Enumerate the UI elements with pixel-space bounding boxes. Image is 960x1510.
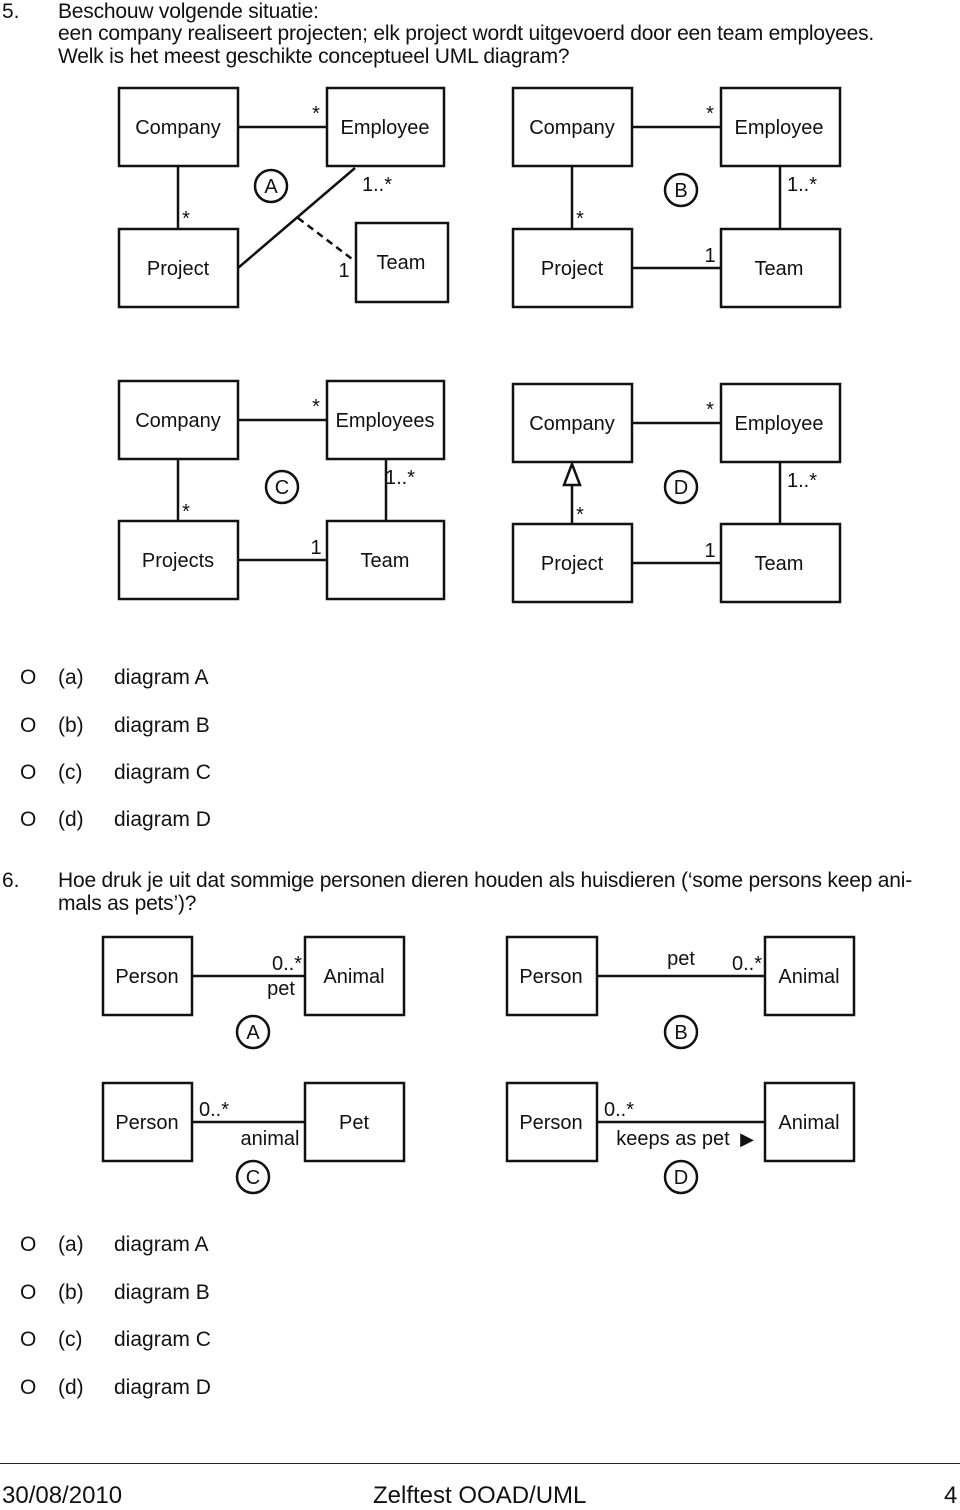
radio-bullet-icon[interactable]: O bbox=[20, 666, 36, 690]
multiplicity: 1..* bbox=[787, 174, 817, 196]
class-name: Team bbox=[755, 553, 804, 575]
class-name: Person bbox=[115, 966, 178, 988]
class-name: Company bbox=[529, 413, 615, 435]
class-name: Person bbox=[115, 1112, 178, 1134]
multiplicity: 1 bbox=[704, 540, 715, 562]
class-name: Person bbox=[519, 966, 582, 988]
option-letter: (b) bbox=[58, 714, 84, 737]
option-text: diagram B bbox=[114, 714, 210, 737]
diagram-label: A bbox=[246, 1022, 260, 1044]
multiplicity: * bbox=[706, 103, 714, 125]
question-6-number: 6. bbox=[2, 869, 20, 892]
multiplicity: * bbox=[706, 399, 714, 421]
radio-bullet-icon[interactable]: O bbox=[20, 808, 36, 832]
diagram-label: B bbox=[674, 1022, 687, 1044]
footer-page-number: 4 bbox=[944, 1482, 958, 1509]
association-class-dashed-line bbox=[297, 217, 357, 263]
question-6-diagrams: Person Animal 0..* pet A Person Animal p… bbox=[101, 935, 856, 1195]
option-text: diagram D bbox=[114, 1376, 211, 1399]
direction-arrow-icon: ▶ bbox=[740, 1129, 754, 1149]
class-name: Team bbox=[755, 258, 804, 280]
question-5-diagrams: Company Employee Project Team A * * 1..*… bbox=[117, 86, 842, 604]
multiplicity: * bbox=[576, 504, 584, 526]
diagram-label: D bbox=[674, 1167, 688, 1189]
class-name: Company bbox=[135, 410, 221, 432]
multiplicity: 0..* bbox=[604, 1099, 634, 1121]
role-name: pet bbox=[267, 978, 295, 1000]
option-letter: (a) bbox=[58, 666, 84, 689]
class-name: Employee bbox=[735, 117, 824, 139]
diagram-label: C bbox=[275, 477, 289, 499]
class-name: Employee bbox=[735, 413, 824, 435]
multiplicity: 0..* bbox=[732, 953, 762, 975]
footer-title: Zelftest OOAD/UML bbox=[373, 1482, 587, 1509]
class-name: Projects bbox=[142, 550, 214, 572]
diagram-label: C bbox=[246, 1167, 260, 1189]
role-name: keeps as pet bbox=[616, 1128, 730, 1150]
class-name: Company bbox=[135, 117, 221, 139]
option-letter: (c) bbox=[58, 761, 83, 784]
radio-bullet-icon[interactable]: O bbox=[20, 1233, 36, 1257]
footer-divider bbox=[0, 1463, 960, 1464]
multiplicity: 1..* bbox=[362, 174, 392, 196]
class-name: Project bbox=[541, 258, 604, 280]
multiplicity: * bbox=[182, 501, 190, 523]
role-name: pet bbox=[667, 948, 695, 970]
class-name: Animal bbox=[323, 966, 384, 988]
question-6-line-1: Hoe druk je uit dat sommige personen die… bbox=[58, 869, 913, 892]
radio-bullet-icon[interactable]: O bbox=[20, 761, 36, 785]
multiplicity: 1 bbox=[338, 260, 349, 282]
class-name: Project bbox=[541, 553, 604, 575]
diagram-label: D bbox=[674, 477, 688, 499]
option-letter: (d) bbox=[58, 808, 84, 831]
multiplicity: 1 bbox=[704, 245, 715, 267]
option-text: diagram C bbox=[114, 1328, 211, 1351]
option-text: diagram B bbox=[114, 1281, 210, 1304]
multiplicity: * bbox=[576, 208, 584, 230]
option-text: diagram C bbox=[114, 761, 211, 784]
class-name: Employee bbox=[341, 117, 430, 139]
diagram-label: B bbox=[674, 180, 687, 202]
option-text: diagram A bbox=[114, 1233, 209, 1256]
multiplicity: 1 bbox=[310, 537, 321, 559]
option-text: diagram D bbox=[114, 808, 211, 831]
class-name: Pet bbox=[339, 1112, 369, 1134]
role-name: animal bbox=[241, 1128, 300, 1150]
multiplicity: * bbox=[312, 103, 320, 125]
generalization-arrow-icon bbox=[562, 460, 582, 487]
multiplicity: 0..* bbox=[199, 1099, 229, 1121]
multiplicity: * bbox=[182, 208, 190, 230]
option-letter: (b) bbox=[58, 1281, 84, 1304]
diagram-label: A bbox=[264, 176, 278, 198]
footer-date: 30/08/2010 bbox=[2, 1482, 123, 1509]
multiplicity: * bbox=[312, 396, 320, 418]
option-letter: (c) bbox=[58, 1328, 83, 1351]
class-name: Project bbox=[147, 258, 210, 280]
multiplicity: 0..* bbox=[272, 953, 302, 975]
class-name: Animal bbox=[778, 1112, 839, 1134]
class-name: Team bbox=[361, 550, 410, 572]
radio-bullet-icon[interactable]: O bbox=[20, 1328, 36, 1352]
class-name: Employees bbox=[336, 410, 435, 432]
class-name: Team bbox=[377, 252, 426, 274]
option-letter: (d) bbox=[58, 1376, 84, 1399]
option-text: diagram A bbox=[114, 666, 209, 689]
radio-bullet-icon[interactable]: O bbox=[20, 1376, 36, 1400]
class-name: Company bbox=[529, 117, 615, 139]
radio-bullet-icon[interactable]: O bbox=[20, 1281, 36, 1305]
option-letter: (a) bbox=[58, 1233, 84, 1256]
class-name: Person bbox=[519, 1112, 582, 1134]
multiplicity: 1..* bbox=[787, 470, 817, 492]
radio-bullet-icon[interactable]: O bbox=[20, 714, 36, 738]
multiplicity: 1..* bbox=[385, 467, 415, 489]
question-6-line-2: mals as pets’)? bbox=[58, 892, 197, 915]
class-name: Animal bbox=[778, 966, 839, 988]
